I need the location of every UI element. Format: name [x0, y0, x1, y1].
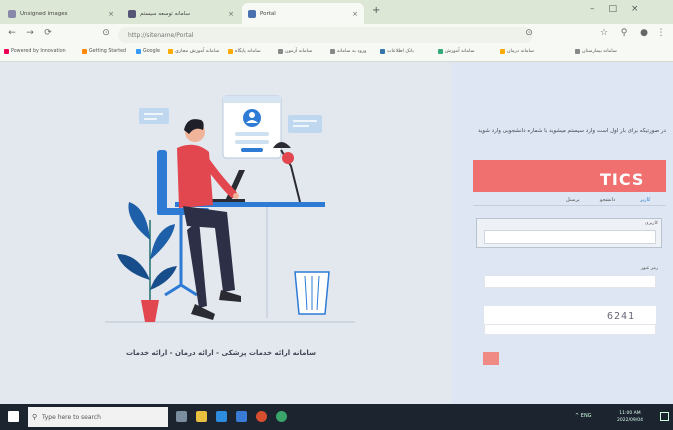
lock-icon: ⊙ [102, 28, 110, 38]
captcha-code: 6241 [607, 311, 636, 322]
tab-favicon-icon [8, 9, 16, 18]
store-icon[interactable] [236, 411, 247, 422]
reload-icon[interactable]: ⟳ [42, 28, 54, 38]
search-icon: ⚲ [32, 413, 38, 421]
bookmark-item[interactable]: سامانه بیمارستان [575, 49, 617, 54]
login-instructions: در صورتیکه برای بار اول است وارد سیستم م… [478, 128, 666, 134]
tab-favicon-icon [128, 9, 136, 18]
office-chair [157, 150, 167, 212]
taskbar-search[interactable]: ⚲ Type here to search [28, 407, 168, 427]
notification-icon[interactable] [660, 412, 669, 421]
firefox-icon[interactable] [256, 411, 267, 422]
star-icon[interactable]: ☆ [598, 28, 610, 38]
extension-icon[interactable]: ⊙ [523, 28, 535, 38]
captcha-input[interactable] [484, 324, 656, 335]
tab-student[interactable]: دانشجو [600, 197, 615, 203]
password-label: رمز عبور [640, 266, 658, 271]
tabs-divider [473, 205, 666, 206]
username-label: کاربری [645, 221, 658, 226]
tab-label: Portal [260, 10, 276, 17]
back-icon[interactable]: ← [6, 28, 18, 38]
profile-icon[interactable]: ● [638, 28, 650, 38]
clock-time: 11:00 AM [619, 411, 641, 416]
window-controls[interactable]: –□× [590, 4, 653, 14]
bookmark-item[interactable]: سامانه آموزش مجازی [168, 49, 219, 54]
tab-favicon-icon [248, 9, 256, 18]
close-tab-icon[interactable]: × [352, 10, 358, 18]
logo-text: TICS [600, 170, 645, 189]
bookmarks-bar: Powered by Innovation Getting Started Go… [0, 46, 673, 62]
menu-icon[interactable]: ⋮ [655, 28, 667, 38]
close-tab-icon[interactable]: × [108, 10, 114, 18]
chrome-icon[interactable] [276, 411, 287, 422]
password-input[interactable] [484, 275, 656, 288]
browser-tab[interactable]: Unsigned images × [2, 3, 120, 24]
bookmark-item[interactable]: Getting Started [82, 49, 126, 54]
tab-label: سامانه توسعه سیستم [140, 10, 190, 17]
tab-staff[interactable]: پرسنل [566, 197, 580, 203]
browser-tab-strip: Unsigned images × سامانه توسعه سیستم × P… [0, 0, 673, 24]
potted-plant [141, 300, 159, 322]
bookmark-item[interactable]: سامانه آموزش [438, 49, 475, 54]
office-illustration [105, 95, 355, 323]
bookmark-item[interactable]: سامانه پایگاه [228, 49, 261, 54]
forward-icon[interactable]: → [24, 28, 36, 38]
floating-card [288, 115, 322, 133]
os-taskbar: ⚲ Type here to search ^ ENG 11:00 AM 202… [0, 404, 673, 430]
submit-button[interactable] [483, 352, 499, 365]
bookmark-item[interactable]: Powered by Innovation [4, 49, 66, 54]
browser-tab-active[interactable]: Portal × [242, 3, 364, 24]
bookmark-item[interactable]: ورود به سامانه [330, 49, 366, 54]
bookmark-item[interactable]: سامانه آزمون [278, 49, 312, 54]
tab-label: Unsigned images [20, 10, 68, 17]
username-input[interactable] [484, 230, 656, 244]
bookmark-item[interactable]: بانک اطلاعات [380, 49, 414, 54]
browser-tab[interactable]: سامانه توسعه سیستم × [122, 3, 240, 24]
site-caption: سامانه ارائه خدمات پزشکی - ارائه درمان -… [126, 349, 316, 357]
windows-start-icon[interactable] [8, 411, 19, 422]
floating-card [139, 108, 169, 124]
new-tab-button[interactable]: + [372, 5, 380, 16]
search-placeholder: Type here to search [42, 413, 101, 421]
browser-nav-bar: ← → ⟳ ⊙ http://sitename/Portal ⊙ ☆ ⚲ ● ⋮ [0, 24, 673, 46]
task-view-icon[interactable] [176, 411, 187, 422]
bookmark-item[interactable]: Google [136, 49, 160, 54]
system-tray[interactable]: ^ ENG [575, 413, 592, 419]
bookmark-item[interactable]: سامانه درمان [500, 49, 534, 54]
address-text: http://sitename/Portal [128, 31, 194, 39]
extension-icon[interactable]: ⚲ [618, 28, 630, 38]
tab-user[interactable]: کاربر [640, 197, 650, 203]
close-tab-icon[interactable]: × [228, 10, 234, 18]
address-bar[interactable]: http://sitename/Portal [118, 27, 533, 43]
edge-icon[interactable] [216, 411, 227, 422]
taskbar-clock[interactable]: 11:00 AM 2022/09/04 [617, 410, 643, 424]
heart-icon [282, 152, 294, 164]
clock-date: 2022/09/04 [617, 418, 643, 423]
file-explorer-icon[interactable] [196, 411, 207, 422]
